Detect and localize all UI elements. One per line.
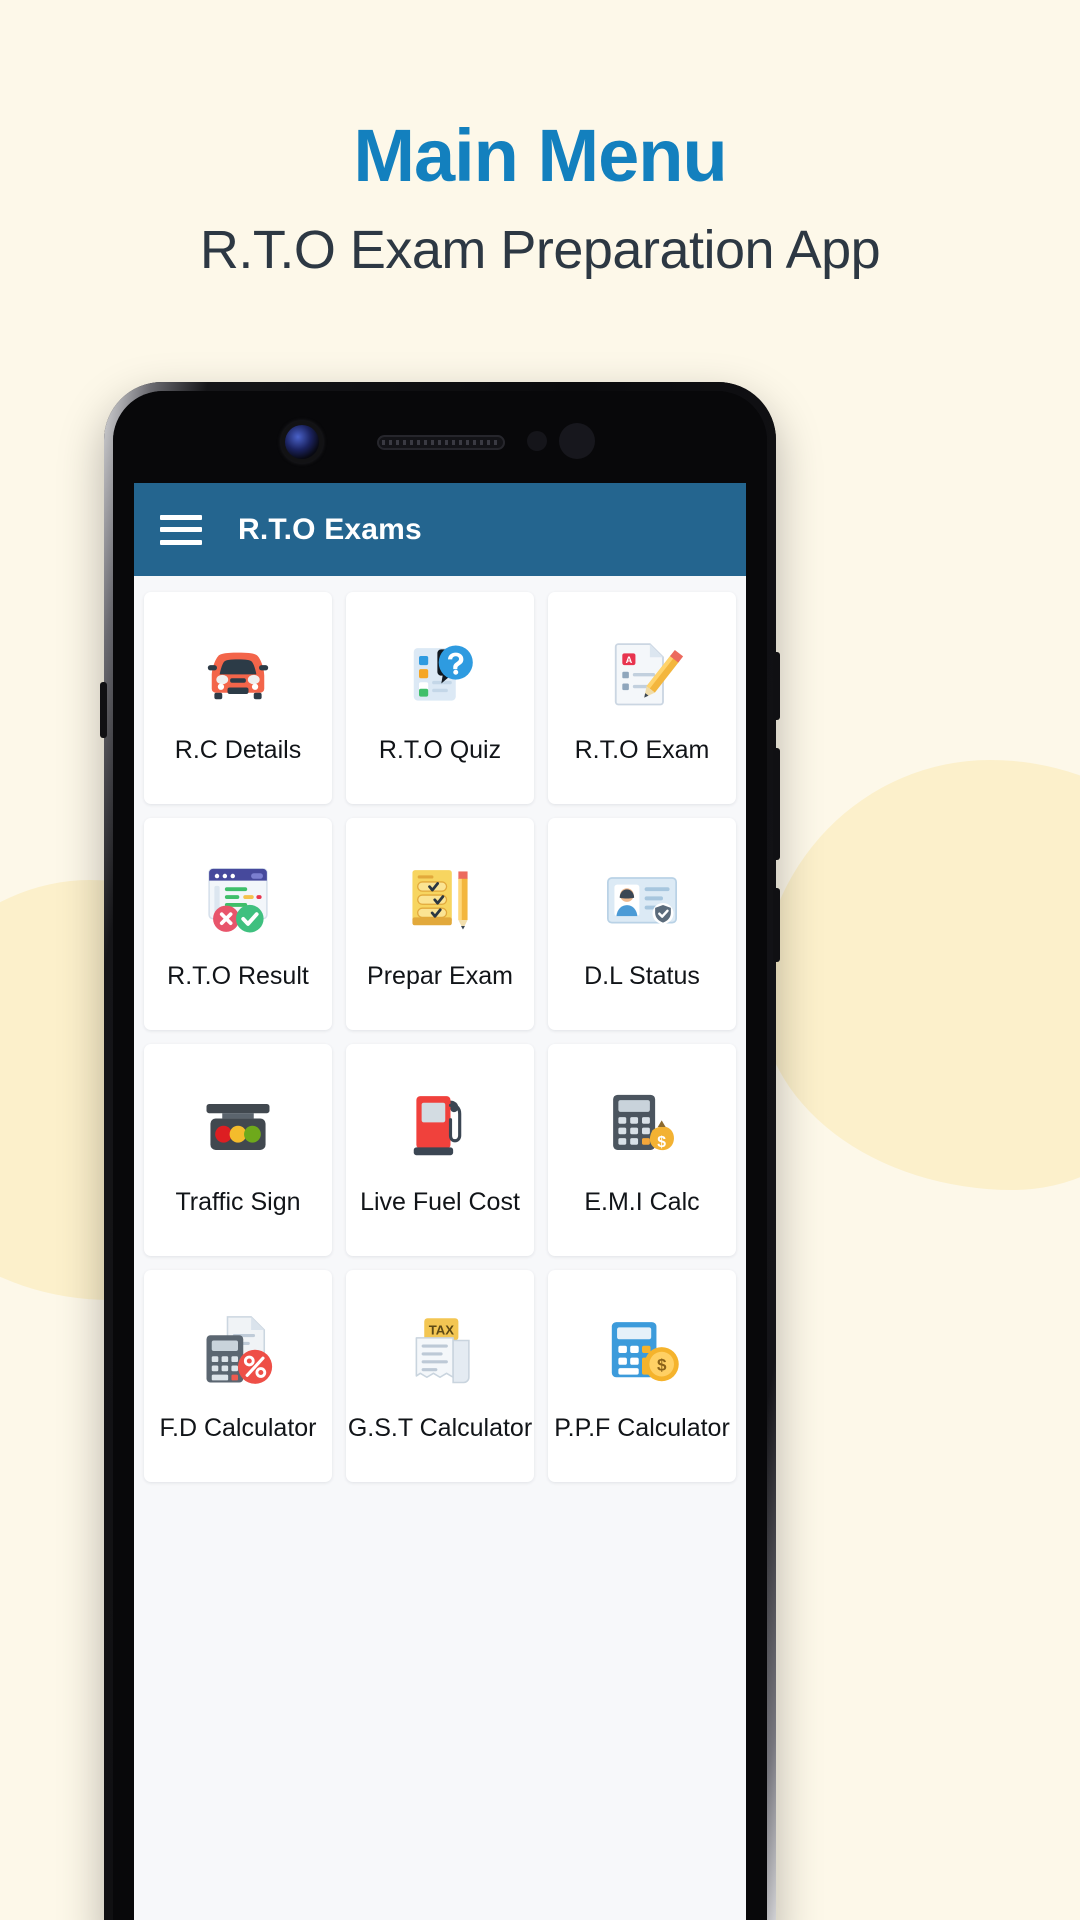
earpiece-speaker-icon <box>377 435 505 450</box>
menu-tile-label: E.M.I Calc <box>584 1188 700 1217</box>
menu-tile-label: R.C Details <box>174 736 302 765</box>
phone-volume-up-button <box>773 652 780 720</box>
svg-text:TAX: TAX <box>429 1323 455 1338</box>
menu-tile-rto-result[interactable]: R.T.O Result <box>144 818 332 1030</box>
calculator-percent-icon <box>196 1309 280 1393</box>
phone-body: R.T.O Exams R.C Details R.T.O Quiz A R.T… <box>113 391 767 1920</box>
menu-grid: R.C Details R.T.O Quiz A R.T.O Exam R.T.… <box>134 576 746 1482</box>
menu-tile-label: F.D Calculator <box>159 1414 317 1443</box>
car-icon <box>196 631 280 715</box>
hamburger-menu-icon[interactable] <box>160 514 202 545</box>
fuel-pump-icon <box>398 1083 482 1167</box>
menu-tile-label: Live Fuel Cost <box>360 1188 520 1217</box>
menu-tile-label: Traffic Sign <box>175 1188 301 1217</box>
menu-tile-fd-calculator[interactable]: F.D Calculator <box>144 1270 332 1482</box>
menu-tile-label: G.S.T Calculator <box>347 1414 533 1443</box>
svg-text:$: $ <box>657 1134 666 1151</box>
light-sensor-icon <box>559 423 595 459</box>
menu-tile-label: R.T.O Exam <box>574 736 710 765</box>
menu-tile-prepar-exam[interactable]: Prepar Exam <box>346 818 534 1030</box>
menu-tile-gst-calculator[interactable]: TAX G.S.T Calculator <box>346 1270 534 1482</box>
app-bar: R.T.O Exams <box>134 483 746 576</box>
quiz-question-icon <box>398 631 482 715</box>
phone-screen: R.T.O Exams R.C Details R.T.O Quiz A R.T… <box>134 483 746 1920</box>
checklist-pencil-icon <box>398 857 482 941</box>
result-browser-check-cross-icon <box>196 857 280 941</box>
id-card-icon <box>600 857 684 941</box>
app-bar-title: R.T.O Exams <box>238 512 422 546</box>
menu-tile-live-fuel-cost[interactable]: Live Fuel Cost <box>346 1044 534 1256</box>
tax-document-icon: TAX <box>398 1309 482 1393</box>
calculator-coin-icon: $ <box>600 1309 684 1393</box>
phone-volume-down-button <box>773 748 780 860</box>
phone-left-button <box>100 682 107 738</box>
promo-header: Main Menu R.T.O Exam Preparation App <box>0 118 1080 281</box>
menu-tile-emi-calc[interactable]: $ E.M.I Calc <box>548 1044 736 1256</box>
menu-tile-label: P.P.F Calculator <box>554 1414 730 1443</box>
menu-tile-label: D.L Status <box>584 962 700 991</box>
menu-tile-label: Prepar Exam <box>367 962 513 991</box>
menu-tile-rto-quiz[interactable]: R.T.O Quiz <box>346 592 534 804</box>
menu-tile-traffic-sign[interactable]: Traffic Sign <box>144 1044 332 1256</box>
menu-tile-rto-exam[interactable]: A R.T.O Exam <box>548 592 736 804</box>
page-title: Main Menu <box>353 114 727 197</box>
menu-tile-rc-details[interactable]: R.C Details <box>144 592 332 804</box>
phone-top-bezel <box>113 391 767 483</box>
menu-tile-dl-status[interactable]: D.L Status <box>548 818 736 1030</box>
calculator-money-icon: $ <box>600 1083 684 1167</box>
page-subtitle: R.T.O Exam Preparation App <box>199 220 881 281</box>
menu-tile-label: R.T.O Quiz <box>378 736 502 765</box>
phone-power-button <box>773 888 780 962</box>
traffic-light-icon <box>196 1083 280 1167</box>
menu-tile-ppf-calculator[interactable]: $ P.P.F Calculator <box>548 1270 736 1482</box>
svg-text:$: $ <box>657 1356 667 1375</box>
front-camera-icon <box>285 425 319 459</box>
proximity-sensor-icon <box>527 431 547 451</box>
svg-text:A: A <box>626 655 633 665</box>
exam-paper-pencil-icon: A <box>600 631 684 715</box>
background-decoration-right <box>760 760 1080 1190</box>
menu-tile-label: R.T.O Result <box>167 962 309 991</box>
phone-mockup: R.T.O Exams R.C Details R.T.O Quiz A R.T… <box>100 382 780 1920</box>
